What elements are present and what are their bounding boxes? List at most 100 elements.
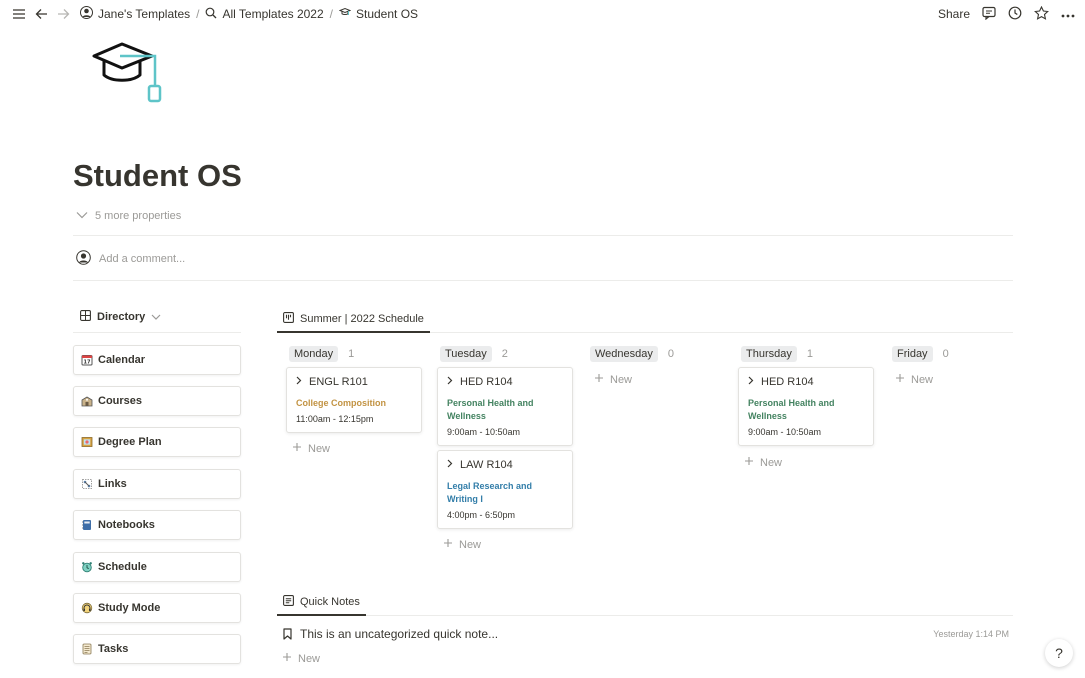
breadcrumb-label: Student OS <box>356 7 419 21</box>
card-time: 4:00pm - 6:50pm <box>447 510 516 520</box>
tab-summer-2022-schedule[interactable]: Summer | 2022 Schedule <box>283 312 424 326</box>
forward-arrow-icon[interactable] <box>54 5 72 23</box>
breadcrumb-item-current[interactable]: Student OS <box>338 7 419 21</box>
card-course: Personal Health and Wellness <box>748 398 835 421</box>
new-card-button-monday[interactable]: New <box>292 442 330 455</box>
bookmark-icon <box>283 628 292 640</box>
directory-item-courses[interactable]: Courses <box>73 386 241 416</box>
page-title[interactable]: Student OS <box>73 158 242 194</box>
directory-item-label: Courses <box>98 395 143 407</box>
chevron-right-icon[interactable] <box>447 376 453 388</box>
search-icon <box>205 7 217 22</box>
calendar-icon: 17 <box>81 354 93 366</box>
breadcrumb-label: Jane's Templates <box>98 7 191 21</box>
directory-item-label: Degree Plan <box>98 436 162 448</box>
breadcrumb-label: All Templates 2022 <box>222 7 324 21</box>
comment-placeholder: Add a comment... <box>99 253 186 265</box>
note-title: This is an uncategorized quick note... <box>300 627 499 641</box>
more-properties-toggle[interactable]: 5 more properties <box>76 210 181 222</box>
note-timestamp: Yesterday 1:14 PM <box>933 629 1009 639</box>
directory-item-schedule[interactable]: Schedule <box>73 552 241 582</box>
directory-item-links[interactable]: Links <box>73 469 241 499</box>
board-column-header-wednesday[interactable]: Wednesday 0 <box>590 346 674 362</box>
schedule-card[interactable]: HED R104 Personal Health and Wellness 9:… <box>738 367 874 446</box>
comment-input[interactable]: Add a comment... <box>76 250 185 268</box>
new-note-button[interactable]: New <box>282 652 320 665</box>
column-count: 1 <box>806 348 813 360</box>
chevron-right-icon[interactable] <box>447 459 453 471</box>
directory-item-notebooks[interactable]: Notebooks <box>73 510 241 540</box>
card-code: HED R104 <box>460 376 513 388</box>
new-card-button-thursday[interactable]: New <box>744 456 782 469</box>
directory-item-calendar[interactable]: 17 Calendar <box>73 345 241 375</box>
schedule-card[interactable]: ENGL R101 College Composition 11:00am - … <box>286 367 422 433</box>
new-label: New <box>459 538 482 551</box>
new-card-button-tuesday[interactable]: New <box>443 538 481 551</box>
new-label: New <box>610 373 633 386</box>
directory-item-tasks[interactable]: Tasks <box>73 634 241 664</box>
top-bar: Jane's Templates / All Templates 2022 / … <box>0 0 1085 28</box>
list-item[interactable]: This is an uncategorized quick note... Y… <box>283 627 1013 641</box>
alarm-clock-icon <box>81 561 93 573</box>
plus-icon <box>744 456 754 469</box>
school-building-icon <box>81 395 93 407</box>
schedule-card[interactable]: HED R104 Personal Health and Wellness 9:… <box>437 367 573 446</box>
graduation-cap-icon[interactable] <box>90 38 162 106</box>
headphones-icon <box>81 602 93 614</box>
board-view-icon <box>283 312 294 326</box>
board-column-header-thursday[interactable]: Thursday 1 <box>741 346 813 362</box>
tab-label: Quick Notes <box>300 596 360 608</box>
favorite-star-icon[interactable] <box>1034 5 1049 23</box>
active-tab-indicator <box>277 331 430 333</box>
board-column-header-monday[interactable]: Monday 1 <box>289 346 354 362</box>
card-course: Personal Health and Wellness <box>447 398 534 421</box>
card-course: Legal Research and Writing I <box>447 481 533 504</box>
schedule-card[interactable]: LAW R104 Legal Research and Writing I 4:… <box>437 450 573 529</box>
more-properties-label: 5 more properties <box>95 210 182 222</box>
history-clock-icon[interactable] <box>1008 6 1022 23</box>
menu-icon[interactable] <box>10 5 28 23</box>
back-arrow-icon[interactable] <box>32 5 50 23</box>
directory-item-label: Schedule <box>98 561 147 573</box>
more-options-icon[interactable] <box>1061 7 1075 21</box>
card-title-row: HED R104 <box>748 376 864 388</box>
new-card-button-friday[interactable]: New <box>895 373 933 386</box>
card-time: 9:00am - 10:50am <box>447 427 521 437</box>
plus-icon <box>594 373 604 386</box>
column-name: Thursday <box>741 346 797 362</box>
help-button[interactable]: ? <box>1045 639 1073 667</box>
plus-icon <box>895 373 905 386</box>
card-course: College Composition <box>296 398 386 408</box>
divider <box>277 615 1013 616</box>
column-count: 1 <box>348 348 355 360</box>
breadcrumb-item-workspace[interactable]: Jane's Templates <box>80 6 190 22</box>
directory-item-label: Study Mode <box>98 602 161 614</box>
directory-item-study-mode[interactable]: Study Mode <box>73 593 241 623</box>
card-time: 9:00am - 10:50am <box>748 427 822 437</box>
plus-icon <box>282 652 292 665</box>
tab-quick-notes[interactable]: Quick Notes <box>283 595 360 609</box>
breadcrumb-item-all-templates[interactable]: All Templates 2022 <box>205 7 324 22</box>
breadcrumb-separator: / <box>329 7 333 21</box>
active-tab-indicator <box>277 614 366 616</box>
column-name: Friday <box>892 346 933 362</box>
directory-view-selector[interactable]: Directory <box>80 310 161 324</box>
graduation-cap-icon <box>338 7 352 21</box>
new-card-button-wednesday[interactable]: New <box>594 373 632 386</box>
board-column-header-tuesday[interactable]: Tuesday 2 <box>440 346 508 362</box>
board-column-header-friday[interactable]: Friday 0 <box>892 346 949 362</box>
plus-icon <box>443 538 453 551</box>
card-code: HED R104 <box>761 376 814 388</box>
card-code: LAW R104 <box>460 459 513 471</box>
directory-item-degree-plan[interactable]: Degree Plan <box>73 427 241 457</box>
link-icon <box>81 478 93 490</box>
share-button[interactable]: Share <box>938 7 970 21</box>
card-title-row: HED R104 <box>447 376 563 388</box>
new-label: New <box>298 652 321 665</box>
comments-icon[interactable] <box>982 6 996 23</box>
chevron-right-icon[interactable] <box>748 376 754 388</box>
directory-item-label: Notebooks <box>98 519 155 531</box>
chevron-right-icon[interactable] <box>296 376 302 388</box>
chevron-down-icon <box>76 210 88 222</box>
svg-text:17: 17 <box>84 360 91 366</box>
